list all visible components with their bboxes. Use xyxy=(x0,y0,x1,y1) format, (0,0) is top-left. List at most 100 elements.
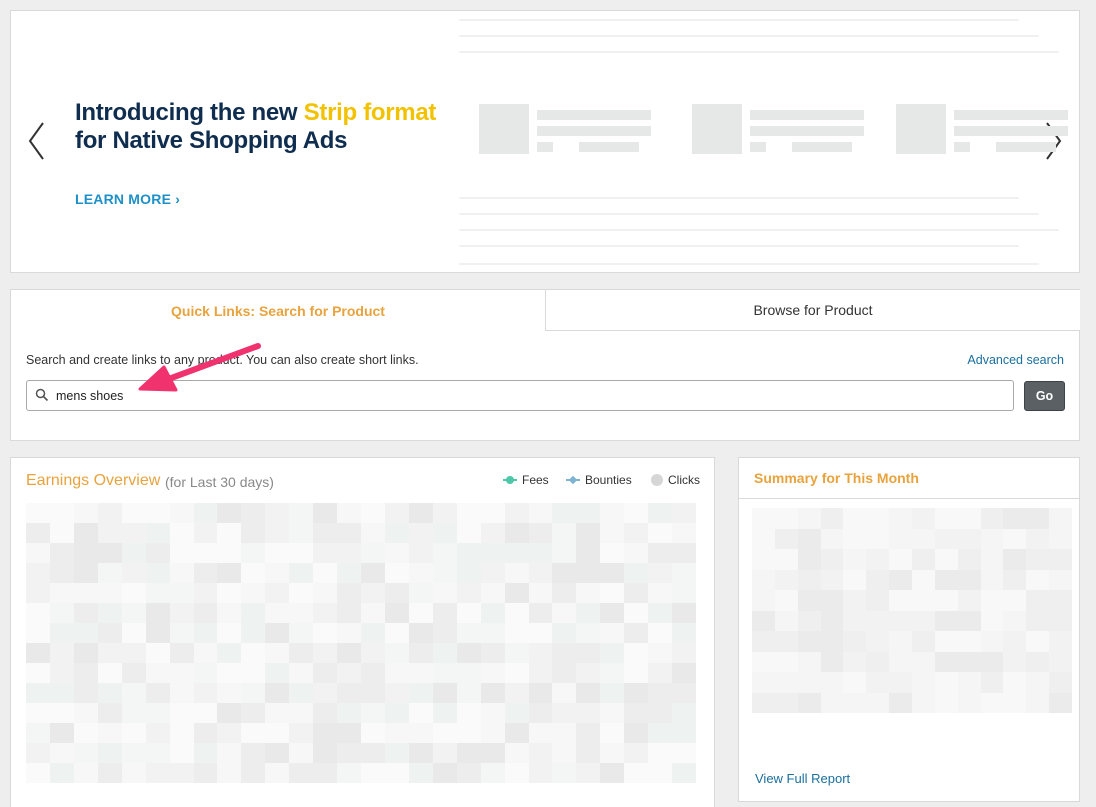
blurred-cell xyxy=(456,723,482,744)
blurred-cell xyxy=(265,743,291,764)
blurred-cell xyxy=(313,763,339,783)
blurred-cell xyxy=(1049,672,1072,694)
blurred-cell xyxy=(432,543,458,564)
blurred-cell xyxy=(889,692,913,713)
blurred-cell xyxy=(361,623,386,644)
blurred-cell xyxy=(265,603,291,624)
blurred-cell xyxy=(289,603,315,624)
blurred-cell xyxy=(820,549,845,571)
search-input[interactable] xyxy=(56,385,996,407)
tab-browse-product[interactable]: Browse for Product xyxy=(545,290,1080,331)
blurred-cell xyxy=(576,523,602,544)
blurred-cell xyxy=(121,743,147,764)
blurred-cell xyxy=(456,543,482,564)
blurred-cell xyxy=(169,743,195,764)
blurred-cell xyxy=(957,692,982,713)
blurred-cell xyxy=(576,543,602,564)
search-field[interactable] xyxy=(26,380,1014,411)
legend-bounties[interactable]: Bounties xyxy=(566,473,632,487)
blurred-cell xyxy=(672,623,696,644)
blurred-cell xyxy=(49,623,75,644)
blurred-cell xyxy=(600,643,626,664)
tab-quick-links[interactable]: Quick Links: Search for Product xyxy=(11,290,545,331)
blurred-cell xyxy=(26,643,51,664)
blurred-cell xyxy=(934,569,959,591)
blurred-cell xyxy=(934,631,959,653)
blurred-cell xyxy=(820,590,845,612)
blurred-cell xyxy=(313,683,339,704)
blurred-cell xyxy=(957,651,982,673)
blurred-cell xyxy=(820,569,845,591)
blurred-cell xyxy=(504,683,530,704)
blurred-cell xyxy=(26,743,51,764)
blurred-cell xyxy=(217,723,243,744)
background-pattern-line xyxy=(459,245,1019,247)
blurred-cell xyxy=(752,651,776,673)
blurred-cell xyxy=(313,603,339,624)
blurred-cell xyxy=(797,508,822,530)
blurred-cell xyxy=(432,743,458,764)
blurred-cell xyxy=(265,703,291,724)
fees-marker-icon xyxy=(503,475,517,485)
blurred-cell xyxy=(648,563,674,584)
blurred-cell xyxy=(528,583,554,604)
blurred-cell xyxy=(797,590,822,612)
blurred-cell xyxy=(866,528,891,550)
blurred-cell xyxy=(600,663,626,684)
blurred-cell xyxy=(26,563,51,584)
blurred-cell xyxy=(648,503,674,524)
legend-clicks[interactable]: Clicks xyxy=(651,473,700,487)
blurred-cell xyxy=(384,723,410,744)
chevron-left-icon[interactable] xyxy=(25,119,49,163)
blurred-cell xyxy=(361,743,386,764)
blurred-cell xyxy=(456,743,482,764)
blurred-cell xyxy=(752,672,776,694)
go-button[interactable]: Go xyxy=(1024,381,1065,411)
blurred-cell xyxy=(1049,610,1072,632)
blurred-cell xyxy=(265,763,291,783)
blurred-cell xyxy=(576,703,602,724)
blurred-cell xyxy=(145,623,171,644)
blurred-cell xyxy=(456,623,482,644)
blurred-cell xyxy=(384,563,410,584)
earnings-overview-panel: Earnings Overview (for Last 30 days) Fee… xyxy=(10,457,715,807)
background-pattern-line xyxy=(459,19,1019,21)
blurred-cell xyxy=(217,623,243,644)
blurred-cell xyxy=(26,583,51,604)
blurred-cell xyxy=(624,603,650,624)
blurred-cell xyxy=(456,643,482,664)
blurred-cell xyxy=(774,651,799,673)
blurred-cell xyxy=(145,523,171,544)
blurred-cell xyxy=(648,723,674,744)
blurred-cell xyxy=(912,692,936,713)
advanced-search-link[interactable]: Advanced search xyxy=(967,353,1064,367)
blurred-cell xyxy=(576,763,602,783)
legend-fees[interactable]: Fees xyxy=(503,473,549,487)
learn-more-link[interactable]: LEARN MORE › xyxy=(75,191,180,207)
blurred-cell xyxy=(797,692,822,713)
blurred-cell xyxy=(1026,631,1051,653)
blurred-cell xyxy=(408,743,434,764)
blurred-cell xyxy=(241,703,267,724)
blurred-cell xyxy=(552,563,578,584)
blurred-cell xyxy=(145,543,171,564)
headline-line2: for Native Shopping Ads xyxy=(75,127,348,154)
blurred-cell xyxy=(217,503,243,524)
blurred-cell xyxy=(1049,692,1072,713)
blurred-cell xyxy=(504,503,530,524)
blurred-cell xyxy=(774,692,799,713)
blurred-cell xyxy=(26,763,51,783)
view-full-report-link[interactable]: View Full Report xyxy=(755,771,850,786)
blurred-cell xyxy=(934,549,959,571)
blurred-cell xyxy=(934,651,959,673)
blurred-cell xyxy=(289,583,315,604)
blurred-cell xyxy=(49,543,75,564)
blurred-cell xyxy=(957,508,982,530)
blurred-cell xyxy=(241,563,267,584)
blurred-cell xyxy=(217,543,243,564)
blurred-cell xyxy=(600,603,626,624)
blurred-cell xyxy=(889,610,913,632)
blurred-cell xyxy=(432,503,458,524)
blurred-cell xyxy=(337,743,362,764)
blurred-cell xyxy=(600,523,626,544)
